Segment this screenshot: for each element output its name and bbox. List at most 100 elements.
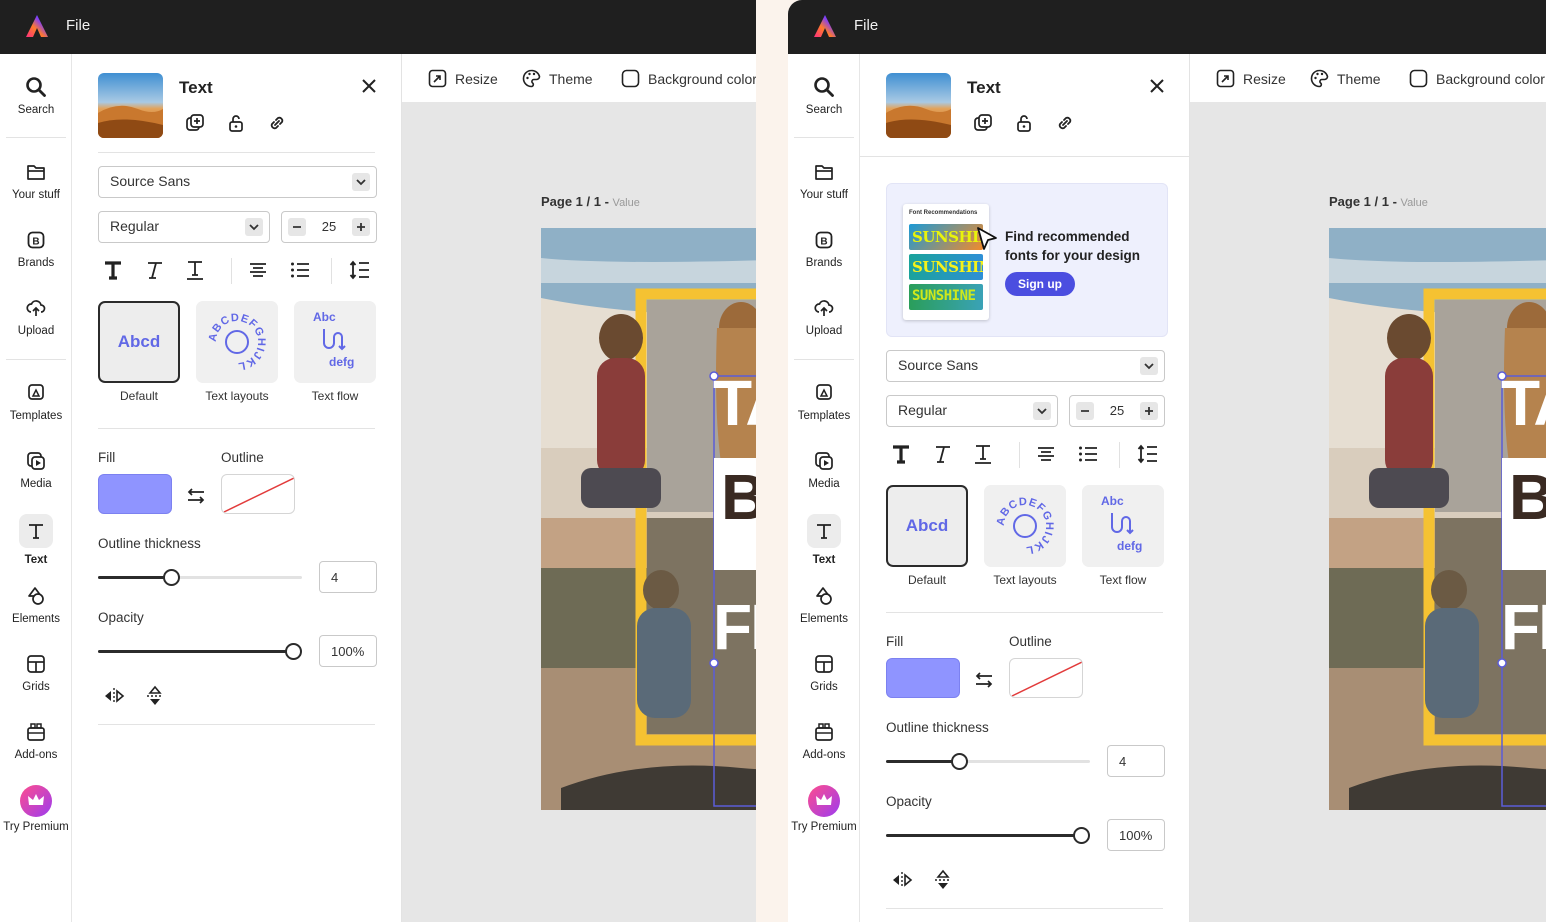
rail-item-brands[interactable]: B Brands <box>0 229 72 269</box>
swap-arrows-icon[interactable] <box>973 671 995 689</box>
swap-arrows-icon[interactable] <box>185 487 207 505</box>
outline-thickness-slider[interactable] <box>98 567 302 587</box>
design-artboard[interactable]: TA B FI <box>1329 228 1546 810</box>
rail-item-templates[interactable]: Templates <box>0 382 72 422</box>
bullet-list-icon[interactable] <box>288 258 312 282</box>
font-size-stepper[interactable]: 25 <box>1069 395 1165 427</box>
text-style-default[interactable]: Abcd <box>98 301 180 383</box>
design-artboard[interactable]: TA B FI <box>541 228 756 810</box>
app-logo-icon[interactable] <box>812 13 838 39</box>
rail-item-search[interactable]: Search <box>788 76 860 116</box>
link-icon[interactable] <box>1054 112 1076 134</box>
left-rail: Search Your stuff B Brands Upload Templa… <box>788 54 860 922</box>
file-menu[interactable]: File <box>854 17 878 34</box>
rail-item-media[interactable]: Media <box>788 450 860 490</box>
outline-color-swatch[interactable] <box>1009 658 1083 698</box>
flip-horizontal-icon[interactable] <box>103 685 125 707</box>
design-text-line-2[interactable]: B <box>1509 460 1546 534</box>
duplicate-icon[interactable] <box>972 112 994 134</box>
rail-item-add-ons[interactable]: Add-ons <box>788 721 860 761</box>
unlock-icon[interactable] <box>1013 112 1035 134</box>
opacity-input[interactable]: 100% <box>1107 819 1165 851</box>
flip-horizontal-icon[interactable] <box>891 869 913 891</box>
underline-icon[interactable] <box>183 258 207 282</box>
no-color-slash-icon <box>1011 661 1082 697</box>
duplicate-icon[interactable] <box>184 112 206 134</box>
opacity-slider[interactable] <box>98 641 302 661</box>
rail-item-search[interactable]: Search <box>0 76 72 116</box>
flip-vertical-icon[interactable] <box>932 869 954 891</box>
fill-color-swatch[interactable] <box>98 474 172 514</box>
line-spacing-icon[interactable] <box>348 258 372 282</box>
underline-icon[interactable] <box>971 442 995 466</box>
design-text-line-1[interactable]: TA <box>1501 366 1546 440</box>
outline-color-swatch[interactable] <box>221 474 295 514</box>
opacity-slider[interactable] <box>886 825 1090 845</box>
rail-item-media[interactable]: Media <box>0 450 72 490</box>
outline-thickness-input[interactable]: 4 <box>1107 745 1165 777</box>
font-weight-select[interactable]: Regular <box>886 395 1058 427</box>
bold-icon[interactable] <box>101 258 125 282</box>
line-spacing-icon[interactable] <box>1136 442 1160 466</box>
font-family-select[interactable]: Source Sans <box>98 166 377 198</box>
design-text-line-2[interactable]: B <box>721 460 756 534</box>
background-color-button[interactable]: Background color <box>621 69 756 88</box>
rail-item-add-ons[interactable]: Add-ons <box>0 721 72 761</box>
text-style-layouts[interactable]: ABCDEFGHIJKL <box>984 485 1066 567</box>
sign-up-button[interactable]: Sign up <box>1005 272 1075 296</box>
fill-color-swatch[interactable] <box>886 658 960 698</box>
close-icon[interactable] <box>1147 76 1167 96</box>
flip-vertical-icon[interactable] <box>144 685 166 707</box>
outline-thickness-slider[interactable] <box>886 751 1090 771</box>
bullet-list-icon[interactable] <box>1076 442 1100 466</box>
rail-item-text[interactable]: Text <box>0 514 72 566</box>
link-icon[interactable] <box>266 112 288 134</box>
rail-item-templates[interactable]: Templates <box>788 382 860 422</box>
rail-item-text[interactable]: Text <box>788 514 860 566</box>
unlock-icon[interactable] <box>225 112 247 134</box>
italic-icon[interactable] <box>142 258 166 282</box>
slider-handle[interactable] <box>1073 827 1090 844</box>
font-weight-select[interactable]: Regular <box>98 211 270 243</box>
rail-item-elements[interactable]: Elements <box>0 585 72 625</box>
rail-item-upload[interactable]: Upload <box>0 297 72 337</box>
align-center-icon[interactable] <box>246 258 270 282</box>
text-style-default[interactable]: Abcd <box>886 485 968 567</box>
templates-icon <box>28 384 44 400</box>
rail-item-try-premium[interactable]: Try Premium <box>0 785 72 833</box>
theme-button[interactable]: Theme <box>522 69 593 88</box>
rail-item-your-stuff[interactable]: Your stuff <box>0 161 72 201</box>
resize-button[interactable]: Resize <box>1216 69 1286 88</box>
rail-item-grids[interactable]: Grids <box>788 653 860 693</box>
design-text-line-3[interactable]: FI <box>1501 590 1546 664</box>
rail-item-grids[interactable]: Grids <box>0 653 72 693</box>
text-style-flow[interactable]: Abc defg <box>294 301 376 383</box>
outline-thickness-input[interactable]: 4 <box>319 561 377 593</box>
opacity-input[interactable]: 100% <box>319 635 377 667</box>
rail-item-brands[interactable]: B Brands <box>788 229 860 269</box>
text-style-layouts[interactable]: ABCDEFGHIJKL <box>196 301 278 383</box>
plus-icon[interactable] <box>1140 402 1158 420</box>
align-center-icon[interactable] <box>1034 442 1058 466</box>
text-style-flow[interactable]: Abc defg <box>1082 485 1164 567</box>
slider-handle[interactable] <box>285 643 302 660</box>
plus-icon[interactable] <box>352 218 370 236</box>
rail-item-your-stuff[interactable]: Your stuff <box>788 161 860 201</box>
font-size-stepper[interactable]: 25 <box>281 211 377 243</box>
close-icon[interactable] <box>359 76 379 96</box>
italic-icon[interactable] <box>930 442 954 466</box>
app-logo-icon[interactable] <box>24 13 50 39</box>
slider-handle[interactable] <box>951 753 968 770</box>
resize-button[interactable]: Resize <box>428 69 498 88</box>
file-menu[interactable]: File <box>66 17 90 34</box>
design-text-line-3[interactable]: FI <box>713 590 756 664</box>
bold-icon[interactable] <box>889 442 913 466</box>
theme-button[interactable]: Theme <box>1310 69 1381 88</box>
rail-item-upload[interactable]: Upload <box>788 297 860 337</box>
font-family-select[interactable]: Source Sans <box>886 350 1165 382</box>
rail-item-try-premium[interactable]: Try Premium <box>788 785 860 833</box>
rail-item-elements[interactable]: Elements <box>788 585 860 625</box>
design-text-line-1[interactable]: TA <box>713 366 756 440</box>
background-color-button[interactable]: Background color <box>1409 69 1545 88</box>
slider-handle[interactable] <box>163 569 180 586</box>
